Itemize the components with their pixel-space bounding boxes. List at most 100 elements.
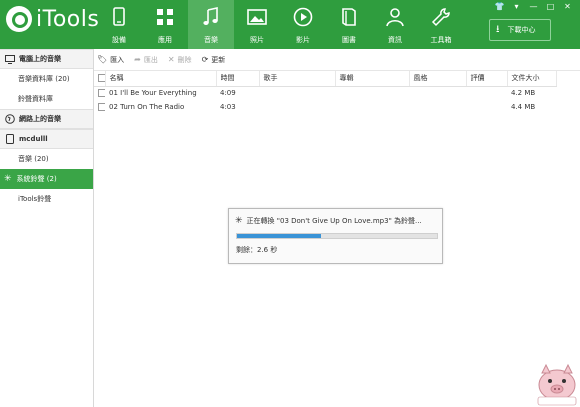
nav-toolbox-label: 工具箱 (430, 36, 452, 44)
nav-photo[interactable]: 照片 (234, 0, 280, 49)
import-label: 匯入 (110, 55, 125, 64)
export-label: 匯出 (143, 55, 158, 64)
photo-icon (247, 9, 267, 25)
nav-book[interactable]: 圖書 (326, 0, 372, 49)
sidebar-item-itools-ringtones[interactable]: iTools鈴聲 (0, 189, 93, 209)
toolbar: 🏷 匯入 ➦ 匯出 ✕ 刪除 ⟳ 更新 (94, 49, 580, 71)
song-genre (409, 86, 466, 100)
sidebar-item-device-music[interactable]: 音樂 (20) (0, 149, 93, 169)
computer-icon (4, 54, 15, 65)
column-header-time[interactable]: 時間 (216, 71, 260, 87)
loading-spinner-icon: ✳ (4, 174, 12, 184)
song-album (335, 100, 409, 114)
device-icon (113, 7, 125, 26)
column-header-name[interactable]: 名稱 (105, 71, 217, 87)
music-icon (203, 7, 218, 25)
nav-toolbox[interactable]: 工具箱 (418, 0, 464, 49)
refresh-button[interactable]: ⟳ 更新 (202, 55, 226, 65)
refresh-icon: ⟳ (201, 55, 209, 64)
sidebar-item-label: 系統鈴聲 (2) (16, 175, 57, 183)
phone-icon (4, 134, 15, 145)
app-logo: iTools (6, 6, 99, 32)
export-icon: ➦ (134, 55, 141, 64)
column-header-rating[interactable]: 評價 (466, 71, 508, 87)
delete-icon: ✕ (167, 55, 175, 64)
main-nav: 設備 應用 音樂 照片 影片 圖書 資訊 工具箱 (96, 0, 464, 49)
table-header-row: 名稱 時間 歌手 專輯 風格 評價 文件大小 (94, 71, 557, 87)
song-time: 4:03 (220, 103, 236, 111)
book-icon (342, 8, 356, 26)
download-center-button[interactable]: ⭳ 下載中心 (489, 19, 551, 41)
nav-device-label: 設備 (112, 36, 126, 44)
nav-photo-label: 照片 (250, 36, 264, 44)
delete-button[interactable]: ✕ 刪除 (168, 55, 192, 65)
row-checkbox[interactable] (98, 89, 105, 98)
song-rating (466, 86, 507, 100)
person-icon (386, 8, 404, 27)
song-album (335, 86, 409, 100)
song-genre (409, 100, 466, 114)
sidebar-item-music-library[interactable]: 音樂資料庫 (20) (0, 69, 93, 89)
nav-music[interactable]: 音樂 (188, 0, 234, 49)
column-header-genre[interactable]: 風格 (409, 71, 467, 87)
download-icon: ⭳ (496, 23, 500, 35)
row-select-cell (94, 100, 105, 114)
select-all-checkbox[interactable] (98, 74, 104, 83)
nav-info[interactable]: 資訊 (372, 0, 418, 49)
loading-spinner-icon: ✳ (235, 216, 243, 226)
row-checkbox[interactable] (98, 103, 105, 111)
song-name: 01 I'll Be Your Everything (109, 89, 197, 98)
song-name: 02 Turn On The Radio (109, 103, 185, 111)
sidebar-section-pc-label: 電腦上的音樂 (19, 55, 61, 63)
top-bar: iTools 設備 應用 音樂 照片 影片 圖書 資訊 工具箱 👕 ▾ — □ … (0, 0, 580, 49)
nav-info-label: 資訊 (388, 36, 402, 44)
sidebar-item-system-ringtones[interactable]: ✳ 系統鈴聲 (2) (0, 169, 93, 189)
row-select-cell (94, 86, 105, 100)
minimize-icon[interactable]: — (527, 2, 540, 11)
export-button[interactable]: ➦ 匯出 (134, 55, 158, 65)
refresh-label: 更新 (211, 55, 226, 64)
song-table: 名稱 時間 歌手 專輯 風格 評價 文件大小 01 I'll Be Your E… (94, 71, 557, 114)
column-header-size[interactable]: 文件大小 (507, 71, 557, 87)
sidebar: 電腦上的音樂 音樂資料庫 (20) 鈴聲資料庫 網路上的音樂 mcdulll 音… (0, 49, 94, 407)
menu-icon[interactable]: ▾ (510, 2, 523, 11)
progress-bar (236, 233, 438, 239)
nav-book-label: 圖書 (342, 36, 356, 44)
nav-video[interactable]: 影片 (280, 0, 326, 49)
logo-text: iTools (36, 6, 100, 32)
download-center-label: 下載中心 (507, 26, 536, 34)
maximize-icon[interactable]: □ (544, 2, 557, 11)
pig-mascot-watermark (537, 363, 577, 406)
sidebar-item-label: 音樂資料庫 (20) (18, 75, 70, 83)
table-row[interactable]: 02 Turn On The Radio 4:03 4.4 MB (94, 100, 556, 114)
sidebar-section-net[interactable]: 網路上的音樂 (0, 109, 93, 129)
column-header-album[interactable]: 專輯 (335, 71, 410, 87)
import-icon: 🏷 (97, 55, 108, 64)
song-size: 4.4 MB (511, 103, 536, 111)
close-icon[interactable]: ✕ (561, 2, 574, 11)
skin-icon[interactable]: 👕 (493, 2, 506, 11)
sidebar-section-net-label: 網路上的音樂 (19, 115, 61, 123)
nav-device[interactable]: 設備 (96, 0, 142, 49)
sidebar-section-device-label: mcdulll (19, 135, 48, 143)
sidebar-section-pc[interactable]: 電腦上的音樂 (0, 49, 93, 69)
logo-icon (6, 6, 32, 32)
table-row[interactable]: 01 I'll Be Your Everything 4:09 4.2 MB (94, 86, 556, 100)
song-time: 4:09 (220, 89, 236, 98)
song-artist (259, 100, 335, 114)
dialog-message-row: ✳ 正在轉換 "03 Don't Give Up On Love.mp3" 為鈴… (235, 216, 422, 226)
globe-icon (4, 114, 15, 125)
select-all-cell (94, 71, 106, 87)
window-controls: 👕 ▾ — □ ✕ (493, 2, 574, 11)
sidebar-item-ringtone-library[interactable]: 鈴聲資料庫 (0, 89, 93, 109)
sidebar-section-device[interactable]: mcdulll (0, 129, 93, 149)
conversion-progress-dialog: ✳ 正在轉換 "03 Don't Give Up On Love.mp3" 為鈴… (228, 208, 443, 264)
nav-apps[interactable]: 應用 (142, 0, 188, 49)
sidebar-item-label: 音樂 (20) (18, 155, 49, 163)
nav-video-label: 影片 (296, 36, 310, 44)
apps-icon (157, 9, 173, 25)
song-rating (466, 100, 507, 114)
song-artist (259, 86, 335, 100)
import-button[interactable]: 🏷 匯入 (97, 55, 124, 65)
column-header-artist[interactable]: 歌手 (259, 71, 336, 87)
